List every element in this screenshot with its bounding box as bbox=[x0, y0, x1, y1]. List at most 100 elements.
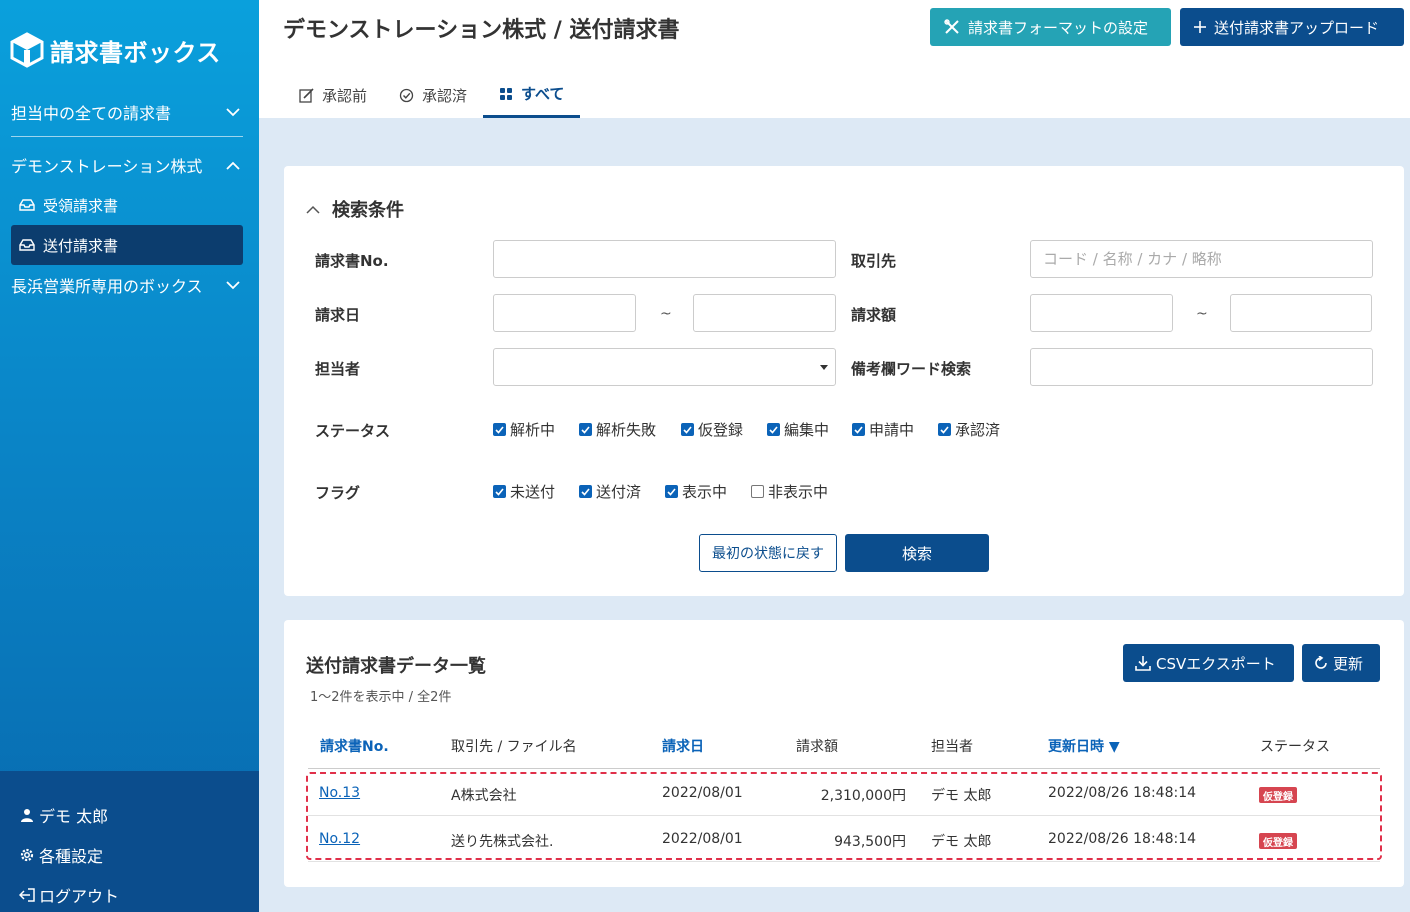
memo-search-label: 備考欄ワード検索 bbox=[851, 360, 972, 378]
search-panel-toggle[interactable]: 検索条件 bbox=[306, 196, 404, 222]
column-header-invoice-no[interactable]: 請求書No. bbox=[320, 736, 389, 756]
nav-divider bbox=[11, 136, 243, 137]
invoice-no-link[interactable]: No.12 bbox=[319, 831, 360, 847]
page-title: デモンストレーション株式 / 送付請求書 bbox=[283, 18, 680, 43]
upload-invoice-button[interactable]: 送付請求書アップロード bbox=[1180, 8, 1404, 46]
checkbox-flags-2[interactable]: 表示中 bbox=[665, 481, 727, 502]
date-to-input[interactable] bbox=[693, 294, 836, 332]
status-badge: 仮登録 bbox=[1259, 833, 1297, 849]
app-logo[interactable]: 請求書ボックス bbox=[10, 30, 221, 70]
checkbox-flags-1[interactable]: 送付済 bbox=[579, 481, 641, 502]
chevron-up-icon bbox=[223, 155, 243, 175]
invoice-list-panel: 送付請求書データ一覧 1〜2件を表示中 / 全2件 CSVエクスポート 更新 請… bbox=[284, 620, 1404, 887]
checkbox-checked-icon[interactable] bbox=[493, 423, 506, 436]
checkbox-unchecked-icon[interactable] bbox=[751, 485, 764, 498]
logout-icon bbox=[18, 886, 36, 904]
column-header-assignee: 担当者 bbox=[931, 739, 973, 755]
column-header-updated[interactable]: 更新日時 ▼ bbox=[1048, 736, 1120, 756]
checkbox-statuses-2[interactable]: 仮登録 bbox=[681, 419, 743, 440]
format-settings-label: 請求書フォーマットの設定 bbox=[968, 18, 1149, 37]
sidebar: 請求書ボックス 担当中の全ての請求書 デモンストレーション株式 受領請求書 送付… bbox=[0, 0, 259, 912]
tab-all-label: すべて bbox=[521, 85, 565, 103]
edit-icon bbox=[299, 87, 314, 103]
checkbox-flags-3[interactable]: 非表示中 bbox=[751, 481, 828, 502]
assignee-cell: デモ 太郎 bbox=[931, 788, 992, 804]
inbox-icon bbox=[19, 238, 37, 252]
checkbox-checked-icon[interactable] bbox=[493, 485, 506, 498]
checkbox-checked-icon[interactable] bbox=[938, 423, 951, 436]
status-tabs: 承認前 承認済 すべて bbox=[283, 72, 581, 118]
assignee-select[interactable] bbox=[493, 348, 836, 386]
partner-label: 取引先 bbox=[851, 252, 897, 270]
refresh-label: 更新 bbox=[1333, 654, 1364, 673]
nav-nagahama-label: 長浜営業所専用のボックス bbox=[11, 277, 203, 296]
row-divider bbox=[308, 861, 1380, 862]
search-panel: 検索条件 請求書No. 取引先 請求日 ~ 請求額 ~ 担当者 備考欄ワード検索… bbox=[284, 166, 1404, 596]
format-settings-button[interactable]: 請求書フォーマットの設定 bbox=[930, 8, 1171, 46]
checkbox-checked-icon[interactable] bbox=[767, 423, 780, 436]
checkbox-checked-icon[interactable] bbox=[852, 423, 865, 436]
checkbox-label: 承認済 bbox=[955, 421, 1001, 439]
tools-icon bbox=[944, 19, 960, 35]
caret-down-icon bbox=[820, 365, 828, 370]
checkbox-checked-icon[interactable] bbox=[579, 485, 592, 498]
csv-export-button[interactable]: CSVエクスポート bbox=[1123, 644, 1294, 682]
nav-nagahama[interactable]: 長浜営業所専用のボックス bbox=[11, 265, 243, 305]
assignee-cell: デモ 太郎 bbox=[931, 834, 992, 850]
sidebar-item-received[interactable]: 受領請求書 bbox=[11, 185, 243, 225]
settings-link[interactable]: 各種設定 bbox=[18, 840, 103, 870]
date-from-input[interactable] bbox=[493, 294, 636, 332]
reset-button[interactable]: 最初の状態に戻す bbox=[699, 534, 837, 572]
checkbox-label: 申請中 bbox=[869, 421, 915, 439]
checkbox-statuses-4[interactable]: 申請中 bbox=[852, 419, 914, 440]
plus-icon bbox=[1194, 21, 1206, 33]
checkbox-statuses-1[interactable]: 解析失敗 bbox=[579, 419, 656, 440]
checkbox-statuses-5[interactable]: 承認済 bbox=[938, 419, 1000, 440]
invoice-no-label: 請求書No. bbox=[315, 252, 389, 270]
memo-search-input[interactable] bbox=[1030, 348, 1373, 386]
checkbox-label: 編集中 bbox=[784, 421, 830, 439]
date-cell: 2022/08/01 bbox=[662, 785, 743, 801]
column-header-amount: 請求額 bbox=[796, 739, 838, 755]
checkbox-checked-icon[interactable] bbox=[665, 485, 678, 498]
chevron-up-icon bbox=[306, 205, 320, 214]
tab-all[interactable]: すべて bbox=[483, 72, 581, 118]
search-button[interactable]: 検索 bbox=[845, 534, 989, 572]
checkbox-flags-0[interactable]: 未送付 bbox=[493, 481, 555, 502]
updated-cell: 2022/08/26 18:48:14 bbox=[1048, 785, 1197, 801]
partner-cell: 送り先株式会社. bbox=[451, 834, 554, 850]
sidebar-item-sent[interactable]: 送付請求書 bbox=[11, 225, 243, 265]
amount-to-input[interactable] bbox=[1230, 294, 1372, 332]
partner-input[interactable] bbox=[1030, 240, 1373, 278]
user-menu[interactable]: デモ 太郎 bbox=[18, 800, 108, 830]
invoice-no-link[interactable]: No.13 bbox=[319, 785, 360, 801]
tab-approved[interactable]: 承認済 bbox=[383, 72, 483, 118]
invoice-no-input[interactable] bbox=[493, 240, 836, 278]
column-header-partner: 取引先 / ファイル名 bbox=[451, 739, 577, 755]
refresh-button[interactable]: 更新 bbox=[1302, 644, 1380, 682]
nav-company[interactable]: デモンストレーション株式 bbox=[11, 145, 243, 185]
chevron-down-icon bbox=[223, 102, 243, 122]
table-header-divider bbox=[308, 768, 1380, 769]
checkbox-statuses-0[interactable]: 解析中 bbox=[493, 419, 555, 440]
checkbox-label: 送付済 bbox=[596, 483, 642, 501]
partner-cell: A株式会社 bbox=[451, 788, 517, 804]
assignee-label: 担当者 bbox=[315, 360, 361, 378]
checkbox-checked-icon[interactable] bbox=[681, 423, 694, 436]
column-header-date[interactable]: 請求日 bbox=[662, 736, 704, 756]
logout-link[interactable]: ログアウト bbox=[18, 880, 119, 910]
tab-approved-label: 承認済 bbox=[422, 86, 468, 105]
checkbox-statuses-3[interactable]: 編集中 bbox=[767, 419, 829, 440]
list-title: 送付請求書データ一覧 bbox=[306, 656, 486, 677]
amount-from-input[interactable] bbox=[1030, 294, 1173, 332]
page-header: デモンストレーション株式 / 送付請求書 請求書フォーマットの設定 送付請求書ア… bbox=[259, 0, 1410, 118]
tab-before-approval[interactable]: 承認前 bbox=[283, 72, 383, 118]
checkbox-checked-icon[interactable] bbox=[579, 423, 592, 436]
date-cell: 2022/08/01 bbox=[662, 831, 743, 847]
list-count: 1〜2件を表示中 / 全2件 bbox=[310, 690, 452, 705]
checkbox-label: 解析失敗 bbox=[596, 421, 657, 439]
search-panel-title: 検索条件 bbox=[332, 200, 404, 221]
checkbox-label: 未送付 bbox=[510, 483, 556, 501]
nav-all-invoices[interactable]: 担当中の全ての請求書 bbox=[11, 92, 243, 132]
user-icon bbox=[18, 806, 36, 824]
